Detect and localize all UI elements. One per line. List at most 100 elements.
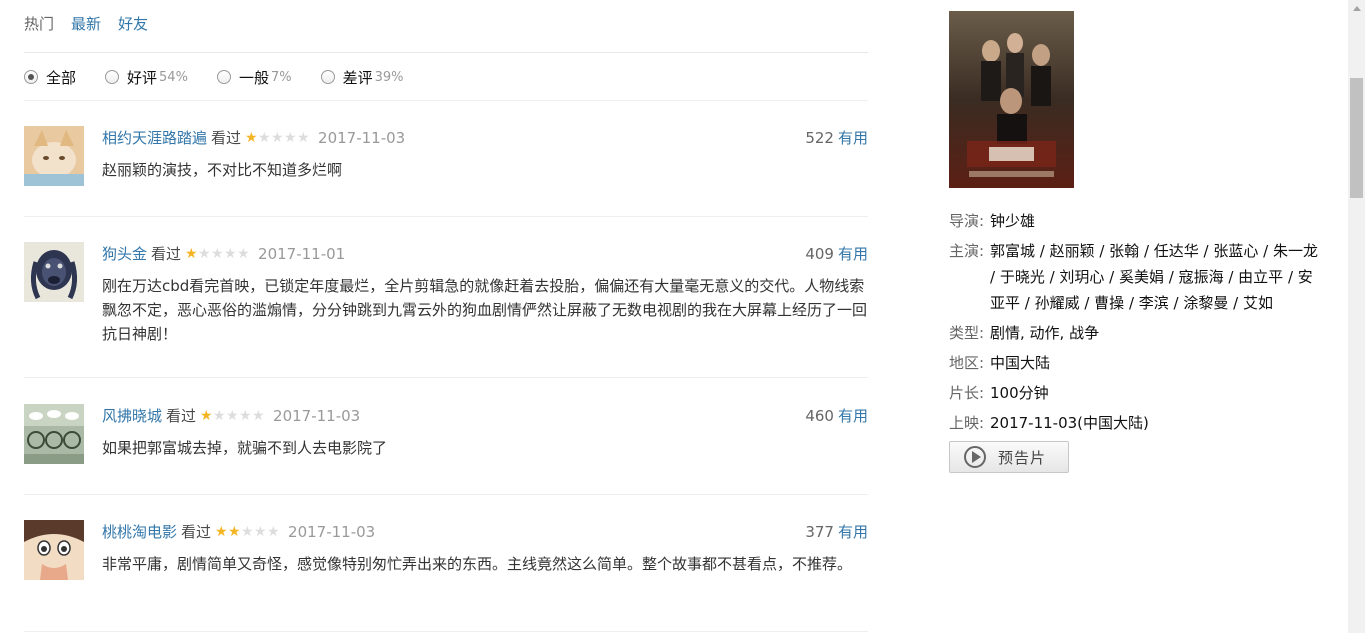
- release-row: 上映: 2017-11-03(中国大陆): [949, 410, 1321, 436]
- star-icon: [271, 132, 284, 145]
- star-icon: [211, 248, 224, 261]
- scrollbar[interactable]: [1348, 0, 1365, 633]
- watched-label: 看过: [181, 523, 212, 541]
- comment-header: 狗头金 看过 2017-11-01: [102, 242, 345, 266]
- release-value: 2017-11-03(中国大陆): [990, 414, 1149, 432]
- comment-text: 赵丽颖的演技，不对比不知道多烂啊: [102, 161, 343, 179]
- filter-label: 好评: [127, 68, 158, 87]
- useful-button[interactable]: 有用: [838, 245, 868, 263]
- star-icon: [284, 132, 297, 145]
- star-icon: [215, 526, 228, 539]
- director-value[interactable]: 钟少雄: [990, 208, 1035, 234]
- comment-time: 2017-11-03: [273, 407, 361, 425]
- comment-user-link[interactable]: 狗头金: [102, 242, 147, 266]
- rating-stars: [245, 132, 310, 145]
- rating-stars: [200, 410, 265, 423]
- star-icon: [252, 410, 265, 423]
- region-row: 地区: 中国大陆: [949, 350, 1321, 376]
- trailer-label: 预告片: [998, 448, 1047, 467]
- votes: 522 有用: [805, 126, 868, 150]
- filter-negative[interactable]: 差评 39%: [320, 67, 404, 88]
- sort-tabs: 热门 最新 好友: [24, 12, 148, 36]
- star-icon: [200, 410, 213, 423]
- cast-row: 主演: 郭富城 / 赵丽颖 / 张翰 / 任达华 / 张蓝心 / 朱一龙 / 于…: [949, 238, 1321, 316]
- avatar[interactable]: [24, 126, 84, 186]
- divider: [24, 631, 868, 632]
- filter-label: 差评: [342, 68, 373, 87]
- star-icon: [258, 132, 271, 145]
- useful-button[interactable]: 有用: [838, 407, 868, 425]
- filter-all[interactable]: 全部: [24, 67, 76, 88]
- avatar[interactable]: [24, 242, 84, 302]
- vote-count: 377: [805, 523, 834, 541]
- divider: [24, 216, 868, 217]
- avatar[interactable]: [24, 520, 84, 580]
- divider: [24, 494, 868, 495]
- length-row: 片长: 100分钟: [949, 380, 1321, 406]
- rating-filters: 全部 好评 54% 一般 7% 差评 39%: [24, 66, 433, 88]
- vote-count: 522: [805, 129, 834, 147]
- filter-percent: 54%: [159, 69, 188, 85]
- release-label: 上映:: [949, 414, 985, 432]
- comment-user-link[interactable]: 风拂晓城: [102, 404, 162, 428]
- vote-count: 409: [805, 245, 834, 263]
- filter-label: 全部: [46, 68, 77, 87]
- star-icon: [254, 526, 267, 539]
- filter-label: 一般: [238, 68, 269, 87]
- star-icon: [239, 410, 252, 423]
- filter-neutral[interactable]: 一般 7%: [216, 67, 292, 88]
- radio-neutral[interactable]: [216, 70, 231, 84]
- votes: 460 有用: [805, 404, 868, 428]
- director-label: 导演:: [949, 212, 985, 230]
- star-icon: [213, 410, 226, 423]
- divider: [24, 377, 868, 378]
- comment-header: 桃桃淘电影 看过 2017-11-03: [102, 520, 375, 544]
- comment-user-link[interactable]: 相约天涯路踏遍: [102, 126, 207, 150]
- comment-time: 2017-11-01: [258, 245, 346, 263]
- cast-value[interactable]: 郭富城 / 赵丽颖 / 张翰 / 任达华 / 张蓝心 / 朱一龙 / 于晓光 /…: [990, 238, 1321, 316]
- divider: [24, 52, 868, 53]
- tab-hot[interactable]: 热门: [24, 12, 54, 36]
- filter-percent: 7%: [270, 69, 292, 85]
- movie-details: 导演: 钟少雄 主演: 郭富城 / 赵丽颖 / 张翰 / 任达华 / 张蓝心 /…: [949, 208, 1321, 440]
- scroll-thumb[interactable]: [1350, 78, 1363, 198]
- scroll-up-icon[interactable]: [1348, 0, 1365, 17]
- watched-label: 看过: [151, 245, 182, 263]
- movie-poster[interactable]: [949, 11, 1074, 188]
- star-icon: [241, 526, 254, 539]
- region-label: 地区:: [949, 354, 985, 372]
- star-icon: [297, 132, 310, 145]
- tab-friends[interactable]: 好友: [118, 12, 148, 36]
- star-icon: [237, 248, 250, 261]
- radio-all[interactable]: [24, 70, 38, 84]
- trailer-button[interactable]: 预告片: [949, 441, 1069, 473]
- star-icon: [224, 248, 237, 261]
- length-label: 片长:: [949, 384, 985, 402]
- filter-positive[interactable]: 好评 54%: [105, 67, 188, 88]
- play-icon: [964, 446, 986, 468]
- comment-user-link[interactable]: 桃桃淘电影: [102, 520, 177, 544]
- vote-count: 460: [805, 407, 834, 425]
- filter-percent: 39%: [374, 69, 404, 85]
- comment-time: 2017-11-03: [288, 523, 376, 541]
- length-value: 100分钟: [990, 384, 1049, 402]
- votes: 377 有用: [805, 520, 868, 544]
- comment-header: 相约天涯路踏遍 看过 2017-11-03: [102, 126, 405, 150]
- useful-button[interactable]: 有用: [838, 523, 868, 541]
- radio-positive[interactable]: [105, 70, 120, 84]
- star-icon: [267, 526, 280, 539]
- tab-latest[interactable]: 最新: [71, 12, 101, 36]
- comment-time: 2017-11-03: [318, 129, 406, 147]
- star-icon: [228, 526, 241, 539]
- director-row: 导演: 钟少雄: [949, 208, 1321, 234]
- comment-text: 刚在万达cbd看完首映，已锁定年度最烂，全片剪辑急的就像赶着去投胎，偏偏还有大量…: [102, 277, 868, 343]
- region-value: 中国大陆: [990, 354, 1051, 372]
- radio-negative[interactable]: [320, 70, 335, 84]
- genre-row: 类型: 剧情, 动作, 战争: [949, 320, 1321, 346]
- avatar[interactable]: [24, 404, 84, 464]
- genre-value: 剧情, 动作, 战争: [990, 324, 1100, 342]
- star-icon: [198, 248, 211, 261]
- watched-label: 看过: [166, 407, 197, 425]
- useful-button[interactable]: 有用: [838, 129, 868, 147]
- cast-label: 主演:: [949, 242, 985, 260]
